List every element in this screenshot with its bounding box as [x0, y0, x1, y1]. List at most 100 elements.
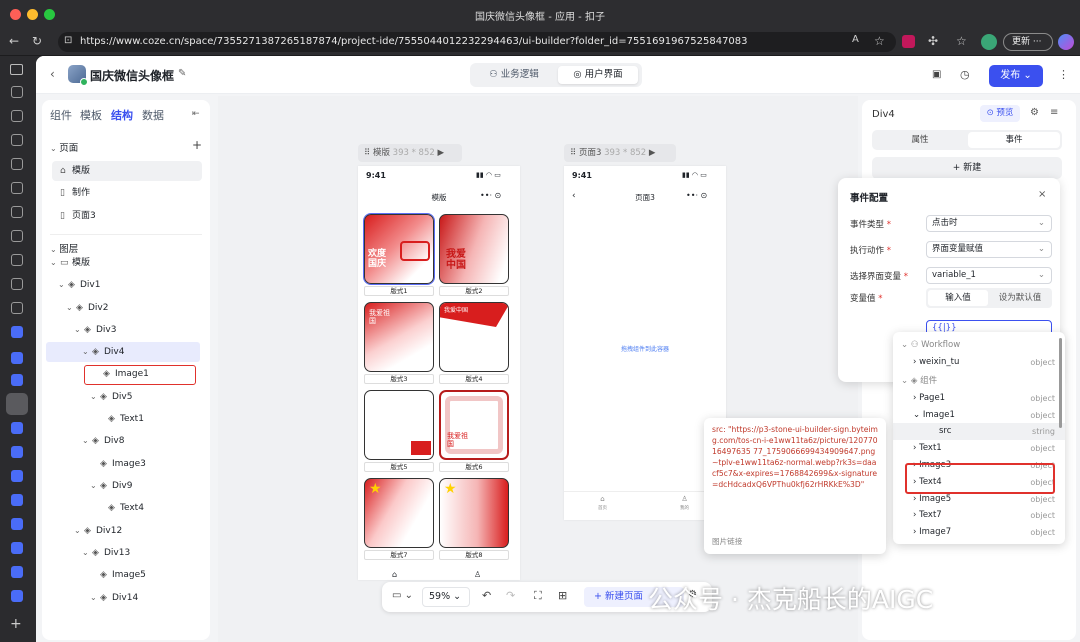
template-card[interactable] [364, 390, 434, 460]
variable-option[interactable]: › Text1 object [893, 440, 1065, 457]
nav-home-icon[interactable]: ⌂ [392, 570, 397, 579]
layer-item[interactable]: ⌄ ◈ Div5 [42, 387, 210, 407]
page-item-template[interactable]: ⌂ 模版 [52, 161, 202, 181]
bookmark-icon[interactable]: ☆ [874, 34, 885, 48]
dock-app-icon[interactable] [11, 158, 23, 170]
chevron-down-icon[interactable]: ⌄ [74, 320, 84, 340]
layer-item[interactable]: ⌄ ◈ Div3 [42, 320, 210, 340]
site-info-icon[interactable]: ⊡ [64, 35, 72, 46]
dropdown-section[interactable]: ⌄ ⚇ Workflow [893, 337, 1065, 354]
dock-app-icon[interactable] [11, 374, 23, 386]
layer-item[interactable]: ⌄ ▭ 模版 [42, 253, 210, 273]
dock-app-icon[interactable] [11, 590, 23, 602]
history-icon[interactable]: ◷ [960, 68, 970, 81]
layer-item[interactable]: ⌄ ◈ Div8 [42, 431, 210, 451]
nav-profile[interactable]: ♙ 我的 [680, 495, 689, 511]
layer-item[interactable]: ⌄ ◈ Div14 [42, 588, 210, 608]
layer-item[interactable]: ⌄ ◈ Div4 [46, 342, 200, 363]
tab-user-interface[interactable]: ◎ 用户界面 [558, 66, 638, 84]
tab-properties[interactable]: 属性 [874, 132, 966, 148]
dock-app-icon[interactable] [11, 134, 23, 146]
chevron-down-icon[interactable]: ⌄ [74, 521, 84, 541]
more-icon[interactable]: ⋮ [1058, 68, 1069, 81]
tab-structure[interactable]: 结构 [111, 107, 133, 123]
layer-item[interactable]: ⌄ ◈ Div12 [42, 521, 210, 541]
dock-app-icon[interactable] [11, 566, 23, 578]
url-bar[interactable]: https://www.coze.cn/space/73552713872651… [58, 32, 896, 52]
favorites-icon[interactable]: ☆ [956, 34, 967, 48]
chevron-down-icon[interactable]: ⌄ [82, 543, 92, 563]
fit-screen-icon[interactable]: ⛶ [534, 589, 542, 603]
read-aloud-icon[interactable]: A [852, 34, 859, 45]
layer-item[interactable]: ⌄ ◈ Div1 [42, 275, 210, 295]
frame-label-template[interactable]: ⠿ 模版 393 * 852 ▶ [358, 144, 462, 162]
chevron-down-icon[interactable]: ⌄ [90, 387, 100, 407]
tab-set-default[interactable]: 设为默认值 [990, 290, 1050, 306]
template-card[interactable]: 我爱中国 [439, 214, 509, 284]
template-card[interactable]: ★ [439, 478, 509, 548]
nav-profile-icon[interactable]: ♙ [474, 570, 481, 579]
page-item-page3[interactable]: ▯ 页面3 [60, 206, 228, 226]
extensions-puzzle-icon[interactable]: ✣ [928, 34, 938, 48]
dock-app-icon[interactable] [6, 393, 28, 415]
variable-option[interactable]: › Page1 object [893, 390, 1065, 407]
redo-icon[interactable]: ↷ [506, 589, 515, 602]
preview-button[interactable]: ⊙ 预览 [980, 105, 1020, 122]
dock-app-icon[interactable] [11, 182, 23, 194]
publish-button[interactable]: 发布 ⌄ [989, 65, 1043, 87]
dock-app-icon[interactable] [11, 446, 23, 458]
zoom-select[interactable]: 59% ⌄ [422, 587, 470, 607]
layer-item[interactable]: ⌄ ◈ Div2 [42, 298, 210, 318]
layer-item[interactable]: ◈ Text4 [42, 498, 210, 518]
tab-templates[interactable]: 模板 [80, 107, 102, 123]
dock-app-icon[interactable] [11, 518, 23, 530]
variable-option[interactable]: › Text7 object [893, 507, 1065, 524]
dropdown-scrollbar[interactable] [1059, 338, 1062, 428]
dock-app-icon[interactable] [11, 352, 23, 364]
chevron-down-icon[interactable]: ⌄ [66, 298, 76, 318]
edit-icon[interactable]: ✎ [178, 68, 186, 79]
gear-icon[interactable]: ⚙ [1030, 107, 1039, 118]
template-card[interactable]: ★ [364, 478, 434, 548]
layer-item[interactable]: ⌄ ◈ Div9 [42, 476, 210, 496]
pages-section[interactable]: ⌄ 页面 [50, 140, 78, 154]
dock-app-icon[interactable] [11, 542, 23, 554]
dock-app-icon[interactable] [11, 230, 23, 242]
tab-business-logic[interactable]: ⚇ 业务逻辑 [474, 66, 554, 84]
copilot-icon[interactable] [1058, 34, 1074, 50]
back-icon[interactable]: ← [9, 34, 19, 48]
layer-item[interactable]: ⌄ ◈ Div13 [42, 543, 210, 563]
variable-option[interactable]: › weixin_tu object [893, 354, 1065, 371]
miniapp-menu-icon[interactable]: ••· ⊙ [686, 191, 707, 200]
template-card[interactable]: 我爱中国 [439, 302, 509, 372]
undo-icon[interactable]: ↶ [482, 589, 491, 602]
frame-label-page3[interactable]: ⠿ 页面3 393 * 852 ▶ [564, 144, 676, 162]
add-icon[interactable]: + [10, 616, 22, 632]
chevron-down-icon[interactable]: ⌄ [90, 476, 100, 496]
phone-frame-template[interactable]: 9:41 ▮▮ ◠ ▭ 模版 ••· ⊙ 欢度国庆 版式1 我爱中国 版式2 我爱祖国版… [358, 166, 520, 580]
dock-app-icon[interactable] [11, 302, 23, 314]
event-field-select[interactable]: variable_1 ⌄ [926, 267, 1052, 284]
page-item-make[interactable]: ▯ 制作 [60, 183, 228, 203]
variable-option[interactable]: › Image7 object [893, 524, 1065, 541]
collapse-panel-icon[interactable]: ⇤ [192, 109, 200, 119]
chevron-down-icon[interactable]: ⌄ [90, 588, 100, 608]
chevron-down-icon[interactable]: ⌄ [82, 342, 92, 362]
dock-app-icon[interactable] [11, 326, 23, 338]
dock-app-icon[interactable] [11, 206, 23, 218]
add-page-icon[interactable]: + [192, 138, 202, 152]
tab-events[interactable]: 事件 [968, 132, 1060, 148]
reload-icon[interactable]: ↻ [32, 34, 42, 48]
panel-menu-icon[interactable]: ≡ [1050, 107, 1058, 118]
dock-app-icon[interactable] [11, 254, 23, 266]
tab-input-value[interactable]: 输入值 [928, 290, 988, 306]
tab-data[interactable]: 数据 [142, 107, 164, 123]
dock-app-icon[interactable] [11, 422, 23, 434]
layer-item[interactable]: ◈ Image5 [42, 565, 210, 585]
layer-item[interactable]: ◈ Image1 [84, 364, 196, 385]
template-card[interactable]: 欢度国庆 [363, 213, 435, 285]
dock-app-icon[interactable] [11, 278, 23, 290]
update-button[interactable]: 更新 ··· [1003, 33, 1053, 51]
variable-option[interactable]: ⌄ Image1 object [893, 407, 1065, 424]
template-card[interactable]: 我爱祖国 [439, 390, 509, 460]
